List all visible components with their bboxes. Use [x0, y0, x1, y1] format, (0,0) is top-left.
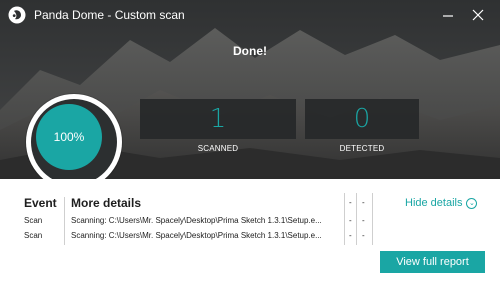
chevron-down-icon: ⌄: [466, 197, 478, 209]
row-detail: Scanning: C:\Users\Mr. Spacely\Desktop\P…: [71, 231, 322, 240]
column-divider: [64, 197, 65, 245]
scan-status-text: Done!: [233, 44, 267, 58]
scan-details-panel: Event More details - - Scan Scanning: C:…: [0, 179, 500, 288]
row-event: Scan: [24, 231, 43, 240]
scan-progress-circle: 100%: [26, 94, 122, 190]
minimize-icon: [443, 15, 453, 17]
column-divider: [356, 193, 357, 245]
extra-column-header: -: [349, 198, 352, 207]
minimize-button[interactable]: [436, 4, 460, 26]
window-title: Panda Dome - Custom scan: [34, 8, 185, 22]
row-event: Scan: [24, 216, 43, 225]
panda-logo-icon: [8, 6, 26, 24]
event-column-header: Event: [24, 196, 57, 210]
row-extra-cell: -: [362, 231, 365, 240]
row-detail: Scanning: C:\Users\Mr. Spacely\Desktop\P…: [71, 216, 322, 225]
row-extra-cell: -: [349, 231, 352, 240]
column-divider: [372, 193, 373, 245]
detected-label: DETECTED: [339, 144, 385, 153]
title-bar: Panda Dome - Custom scan: [0, 0, 500, 30]
column-divider: [344, 193, 345, 245]
extra-column-header: -: [362, 198, 365, 207]
row-extra-cell: -: [349, 216, 352, 225]
progress-percentage: 100%: [36, 104, 102, 170]
scanned-count: 1: [140, 99, 296, 139]
view-full-report-button[interactable]: View full report: [380, 251, 485, 273]
close-button[interactable]: [466, 4, 490, 26]
scanned-label: SCANNED: [197, 144, 239, 153]
detected-count: 0: [305, 99, 419, 139]
close-icon: [472, 9, 484, 21]
hide-details-label: Hide details: [405, 197, 463, 209]
more-details-column-header: More details: [71, 196, 142, 210]
hide-details-link[interactable]: Hide details ⌄: [405, 197, 478, 209]
row-extra-cell: -: [362, 216, 365, 225]
